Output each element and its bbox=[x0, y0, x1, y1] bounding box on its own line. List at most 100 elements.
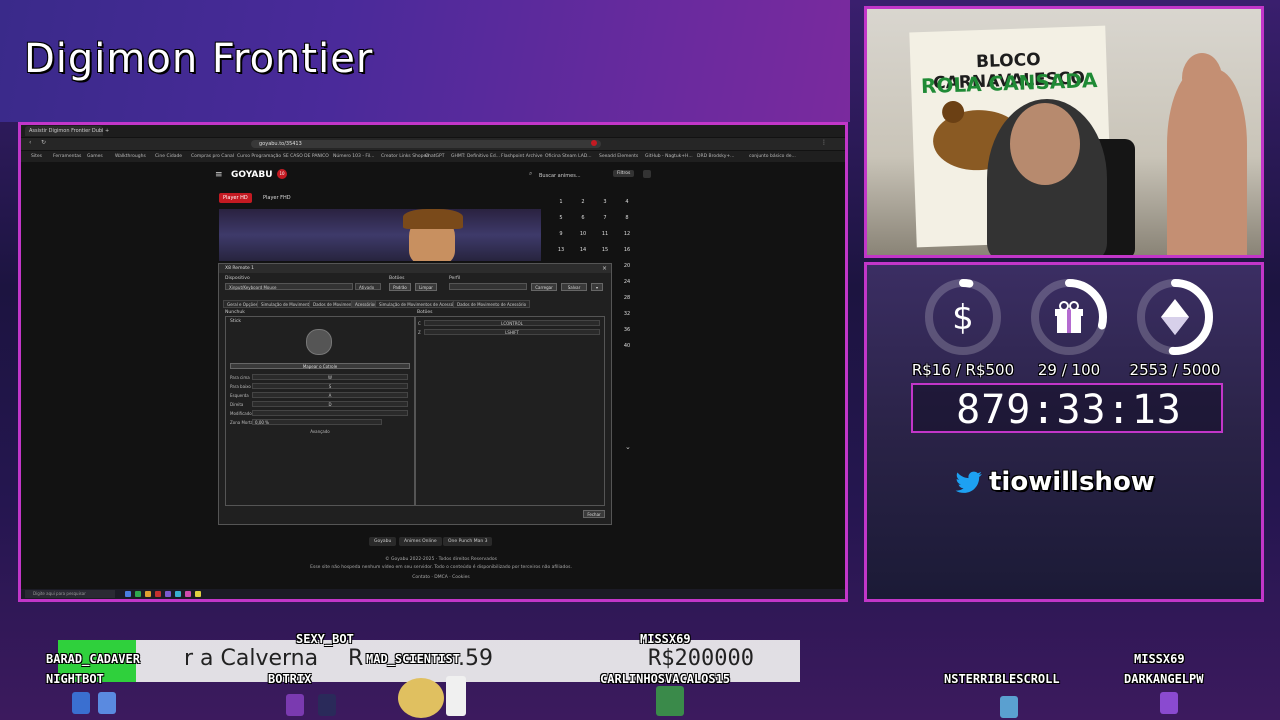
bookmark-item[interactable]: Sites bbox=[31, 152, 42, 161]
taskbar-app-icon[interactable] bbox=[195, 591, 201, 597]
episode-button[interactable]: 10 bbox=[573, 229, 593, 239]
close-icon[interactable]: × bbox=[602, 265, 607, 272]
episode-button[interactable]: 8 bbox=[617, 213, 637, 223]
taskbar-search[interactable]: Digite aqui para pesquisar bbox=[25, 590, 115, 598]
bookmark-item[interactable]: GitHub - Nagtuk+H... bbox=[645, 152, 693, 161]
bookmark-item[interactable]: Compras pro Canal bbox=[191, 152, 234, 161]
tab-accessory-motion-sim[interactable]: Simulação de Movimentos de Acessório bbox=[375, 300, 463, 308]
binding-field-modifier[interactable] bbox=[252, 410, 408, 416]
bookmark-item[interactable]: DRD Brodsky+... bbox=[697, 152, 734, 161]
tab-general[interactable]: Geral e Opções bbox=[223, 300, 262, 308]
episode-button[interactable]: 1 bbox=[551, 197, 571, 207]
episode-button[interactable]: 5 bbox=[551, 213, 571, 223]
bookmark-item[interactable]: Seeadd Elements bbox=[599, 152, 638, 161]
episode-button[interactable]: 20 bbox=[617, 261, 637, 271]
save-button[interactable]: Salvar bbox=[561, 283, 587, 291]
episode-button[interactable]: 13 bbox=[551, 245, 571, 255]
bookmark-item[interactable]: Walkthroughs bbox=[115, 152, 146, 161]
clear-button[interactable]: Limpar bbox=[415, 283, 437, 291]
episode-button[interactable]: 12 bbox=[617, 229, 637, 239]
reload-icon[interactable]: ↻ bbox=[41, 140, 47, 146]
profile-menu-icon[interactable]: ▾ bbox=[591, 283, 603, 291]
episode-button[interactable]: 6 bbox=[573, 213, 593, 223]
episode-button[interactable]: 24 bbox=[617, 277, 637, 287]
binding-field-right[interactable]: D bbox=[252, 401, 408, 407]
episode-button[interactable]: 16 bbox=[617, 245, 637, 255]
taskbar-app-icon[interactable] bbox=[155, 591, 161, 597]
taskbar-app-icon[interactable] bbox=[145, 591, 151, 597]
taskbar-app-icon[interactable] bbox=[165, 591, 171, 597]
taskbar-app-icon[interactable] bbox=[185, 591, 191, 597]
load-button[interactable]: Carregar bbox=[531, 283, 557, 291]
video-player[interactable] bbox=[219, 209, 541, 261]
bookmark-item[interactable]: Curso Programação bbox=[237, 152, 281, 161]
episode-button[interactable]: 7 bbox=[595, 213, 615, 223]
close-button[interactable]: Fechar bbox=[583, 510, 605, 518]
filters-button[interactable]: Filtros bbox=[613, 170, 635, 177]
bookmark-item[interactable]: Oficina Steam LAD... bbox=[545, 152, 592, 161]
taskbar-app-icon[interactable] bbox=[175, 591, 181, 597]
back-icon[interactable]: ‹ bbox=[29, 140, 35, 146]
binding-field-up[interactable]: W bbox=[252, 374, 408, 380]
address-bar[interactable]: goyabu.to/35413 bbox=[251, 140, 601, 148]
site-logo[interactable]: GOYABU bbox=[231, 170, 273, 180]
browser-tab-active[interactable]: Assistir Digimon Frontier Dublado bbox=[25, 126, 103, 136]
player-hd-button[interactable]: Player HD bbox=[219, 193, 252, 203]
bookmark-item[interactable]: SE CASO DE PANICO bbox=[283, 152, 329, 161]
tab-accessory-motion-data[interactable]: Dados de Movimento de Acessório bbox=[453, 300, 531, 308]
chevron-down-icon[interactable]: ⌄ bbox=[625, 443, 631, 451]
episode-button[interactable]: 9 bbox=[551, 229, 571, 239]
episode-button[interactable]: 11 bbox=[595, 229, 615, 239]
site-header: ≡ GOYABU 10 ⌕ Buscar animes... Filtros bbox=[211, 167, 651, 185]
bookmark-item[interactable]: Ferramentas bbox=[53, 152, 81, 161]
episode-button[interactable]: 36 bbox=[617, 325, 637, 335]
footer-link[interactable]: Goyabu bbox=[369, 537, 397, 546]
episode-button[interactable]: 3 bbox=[595, 197, 615, 207]
episode-button[interactable]: 40 bbox=[617, 341, 637, 351]
legal-links[interactable]: Contato · DMCA · Cookies bbox=[271, 575, 611, 580]
extension-icon[interactable] bbox=[591, 140, 597, 146]
device-select[interactable]: Xinput/Keyboard Mouse bbox=[225, 283, 353, 290]
hamburger-icon[interactable]: ≡ bbox=[215, 170, 223, 180]
bookmark-item[interactable]: Games bbox=[87, 152, 103, 161]
twitter-icon bbox=[955, 471, 982, 493]
binding-field-down[interactable]: S bbox=[252, 383, 408, 389]
bookmark-item[interactable]: Cine Cidade bbox=[155, 152, 182, 161]
bookmark-item[interactable]: conjunto básico de... bbox=[749, 152, 796, 161]
chat-avatar-sprite bbox=[98, 692, 116, 714]
profile-select[interactable] bbox=[449, 283, 527, 290]
default-button[interactable]: Padrão bbox=[389, 283, 411, 291]
bookmark-item[interactable]: ChatGPT bbox=[425, 152, 444, 161]
copyright: © Goyabu 2022-2025 · Todos direitos Rese… bbox=[385, 557, 497, 562]
bookmark-item[interactable]: Creator Links Shopee bbox=[381, 152, 429, 161]
map-controller-button[interactable]: Mapear o Cotrole bbox=[230, 363, 410, 369]
buttons-label: Botões bbox=[417, 310, 433, 315]
row-label: Esquerda bbox=[230, 393, 249, 398]
episode-button[interactable]: 28 bbox=[617, 293, 637, 303]
episode-button[interactable]: 2 bbox=[573, 197, 593, 207]
footer-link[interactable]: One Punch Man 3 bbox=[443, 537, 493, 546]
binding-field-c[interactable]: LCONTROL bbox=[424, 320, 600, 326]
search-icon[interactable]: ⌕ bbox=[529, 170, 532, 178]
taskbar-app-icon[interactable] bbox=[135, 591, 141, 597]
episode-button[interactable]: 32 bbox=[617, 309, 637, 319]
streamer-head bbox=[1010, 103, 1080, 185]
binding-field-left[interactable]: A bbox=[252, 392, 408, 398]
bookmark-item[interactable]: GHMT: Definitivo Ed... bbox=[451, 152, 500, 161]
bottom-overlay: r a Calverna R .59 R$200000 SEXY_BOT BAR… bbox=[0, 604, 1280, 720]
episode-button[interactable]: 14 bbox=[573, 245, 593, 255]
binding-field-z[interactable]: LSHIFT bbox=[424, 329, 600, 335]
device-mode-select[interactable]: Ativado bbox=[355, 283, 381, 290]
footer-link[interactable]: Animes Online bbox=[399, 537, 442, 546]
new-tab-icon[interactable]: + bbox=[101, 126, 115, 136]
episode-button[interactable]: 4 bbox=[617, 197, 637, 207]
menu-icon[interactable]: ⋮ bbox=[821, 140, 827, 146]
taskbar-app-icon[interactable] bbox=[125, 591, 131, 597]
deadzone-field[interactable]: 0,00 % bbox=[252, 419, 382, 425]
advanced-link[interactable]: Avançado bbox=[230, 429, 410, 434]
bookmark-item[interactable]: Flashpoint Archive bbox=[501, 152, 543, 161]
user-icon[interactable] bbox=[643, 170, 651, 178]
player-fhd-button[interactable]: Player FHD bbox=[259, 193, 295, 203]
episode-button[interactable]: 15 bbox=[595, 245, 615, 255]
bookmark-item[interactable]: Número 103 - Fil... bbox=[333, 152, 374, 161]
